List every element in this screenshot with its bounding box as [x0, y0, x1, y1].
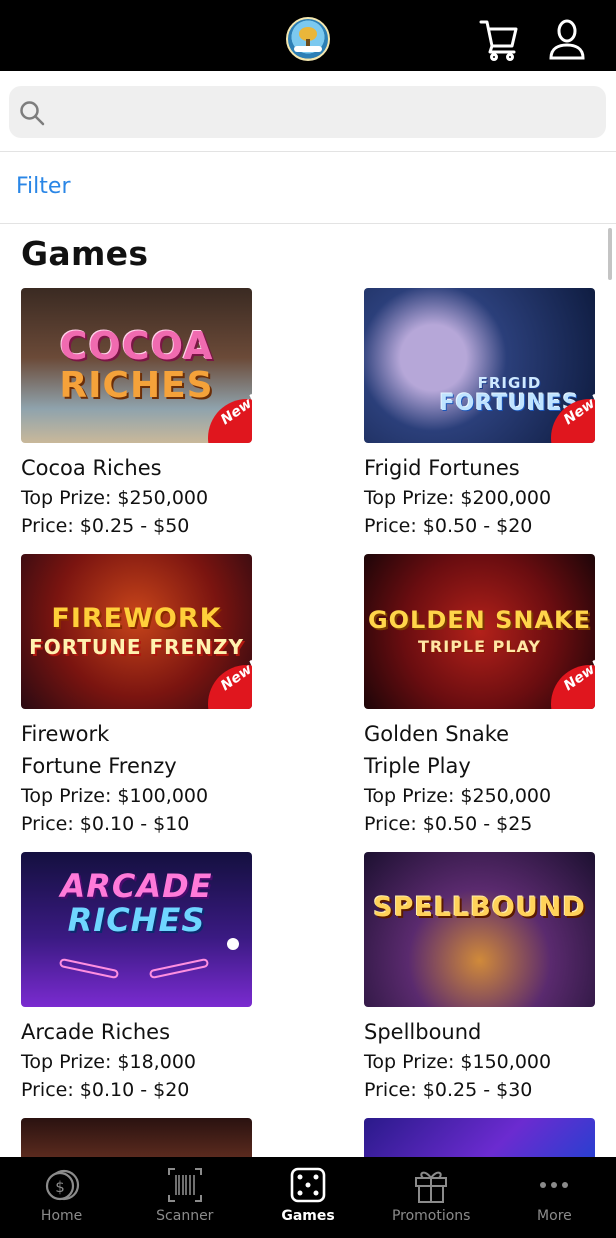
gift-icon — [415, 1171, 448, 1203]
tab-home[interactable]: $ Home — [0, 1157, 123, 1238]
game-art-title: SPELLBOUND — [373, 892, 586, 923]
tab-label: Home — [40, 1208, 83, 1224]
game-title: Spellbound — [364, 1020, 482, 1044]
bottom-tab-bar: $ Home Scanner Games Promotions More — [0, 1157, 616, 1238]
more-dots-icon — [540, 1182, 569, 1188]
tab-promotions[interactable]: Promotions — [370, 1157, 493, 1238]
game-title-line-2: Fortune Frenzy — [21, 754, 177, 778]
game-price: Price: $0.50 - $25 — [364, 813, 533, 835]
game-thumbnail[interactable]: SPELLBOUND — [364, 852, 595, 1007]
user-icon[interactable] — [546, 16, 588, 62]
game-title: Firework — [21, 722, 110, 746]
filter-row: Filter — [0, 152, 616, 224]
game-title: Arcade Riches — [21, 1020, 171, 1044]
game-thumbnail[interactable]: FRIGID FORTUNES New! — [364, 288, 595, 443]
home-coin-icon: $ — [45, 1169, 79, 1201]
tab-games[interactable]: Games — [246, 1157, 369, 1238]
game-price: Price: $0.25 - $50 — [21, 515, 190, 537]
game-price: Price: $0.10 - $10 — [21, 813, 190, 835]
game-art-subtitle: FORTUNE FRENZY — [29, 635, 244, 660]
game-title: Golden Snake — [364, 722, 510, 746]
tab-label: Scanner — [156, 1208, 214, 1224]
tab-label: More — [537, 1208, 572, 1224]
search-icon — [20, 101, 45, 126]
top-app-bar — [0, 0, 616, 71]
game-title-line-2: Triple Play — [364, 754, 471, 778]
game-card-arcade-riches[interactable]: ARCADE RICHES Arcade Riches Top Prize: $… — [21, 852, 261, 1107]
tab-scanner[interactable]: Scanner — [123, 1157, 246, 1238]
page-title: Games — [21, 234, 149, 273]
game-price: Price: $0.25 - $30 — [364, 1079, 533, 1101]
game-thumbnail-partial[interactable] — [364, 1118, 595, 1157]
game-thumbnail[interactable]: FIREWORK FORTUNE FRENZY New! — [21, 554, 252, 709]
game-title: Frigid Fortunes — [364, 456, 520, 480]
game-art-subtitle: RICHES — [59, 364, 214, 406]
game-title: Cocoa Riches — [21, 456, 162, 480]
game-price: Price: $0.10 - $20 — [21, 1079, 190, 1101]
game-art-title: GOLDEN SNAKE — [367, 605, 592, 634]
dice-icon — [290, 1167, 326, 1203]
scrollbar-thumb[interactable] — [608, 228, 612, 280]
tab-label: Promotions — [391, 1208, 471, 1224]
game-art-title: COCOA — [59, 323, 214, 368]
svg-text:$: $ — [55, 1178, 65, 1196]
game-top-prize: Top Prize: $100,000 — [21, 785, 209, 807]
game-card-firework-fortune-frenzy[interactable]: FIREWORK FORTUNE FRENZY New! Firework Fo… — [21, 554, 261, 839]
game-thumbnail[interactable]: GOLDEN SNAKE TRIPLE PLAY New! — [364, 554, 595, 709]
barcode-scanner-icon — [167, 1168, 202, 1202]
game-card-spellbound[interactable]: SPELLBOUND Spellbound Top Prize: $150,00… — [364, 852, 604, 1107]
game-top-prize: Top Prize: $200,000 — [364, 487, 552, 509]
game-art-subtitle: RICHES — [67, 900, 206, 939]
pinball-ball — [227, 938, 239, 950]
cart-icon[interactable] — [478, 16, 520, 62]
game-card-golden-snake-triple-play[interactable]: GOLDEN SNAKE TRIPLE PLAY New! Golden Sna… — [364, 554, 604, 839]
game-art-title: FRIGID — [477, 374, 542, 393]
tab-label: Games — [281, 1208, 335, 1224]
game-thumbnail-partial[interactable] — [21, 1118, 252, 1157]
game-top-prize: Top Prize: $250,000 — [364, 785, 552, 807]
game-card-cocoa-riches[interactable]: COCOA RICHES New! Cocoa Riches Top Prize… — [21, 288, 261, 543]
search-area — [0, 71, 616, 152]
game-top-prize: Top Prize: $250,000 — [21, 487, 209, 509]
game-price: Price: $0.50 - $20 — [364, 515, 533, 537]
search-bar[interactable] — [9, 86, 606, 138]
logo-wave-shape — [294, 46, 322, 52]
game-art-title: ARCADE — [60, 867, 213, 905]
game-top-prize: Top Prize: $150,000 — [364, 1051, 552, 1073]
game-art-subtitle: TRIPLE PLAY — [418, 636, 541, 656]
tab-more[interactable]: More — [493, 1157, 616, 1238]
game-card-frigid-fortunes[interactable]: FRIGID FORTUNES New! Frigid Fortunes Top… — [364, 288, 604, 543]
game-top-prize: Top Prize: $18,000 — [21, 1051, 196, 1073]
filter-link[interactable]: Filter — [16, 174, 70, 199]
search-input[interactable] — [55, 94, 585, 130]
lottery-logo[interactable] — [286, 17, 330, 61]
game-art-title: FIREWORK — [51, 602, 222, 634]
game-thumbnail[interactable]: ARCADE RICHES — [21, 852, 252, 1007]
game-art-subtitle: FORTUNES — [439, 390, 580, 416]
game-thumbnail[interactable]: COCOA RICHES New! — [21, 288, 252, 443]
